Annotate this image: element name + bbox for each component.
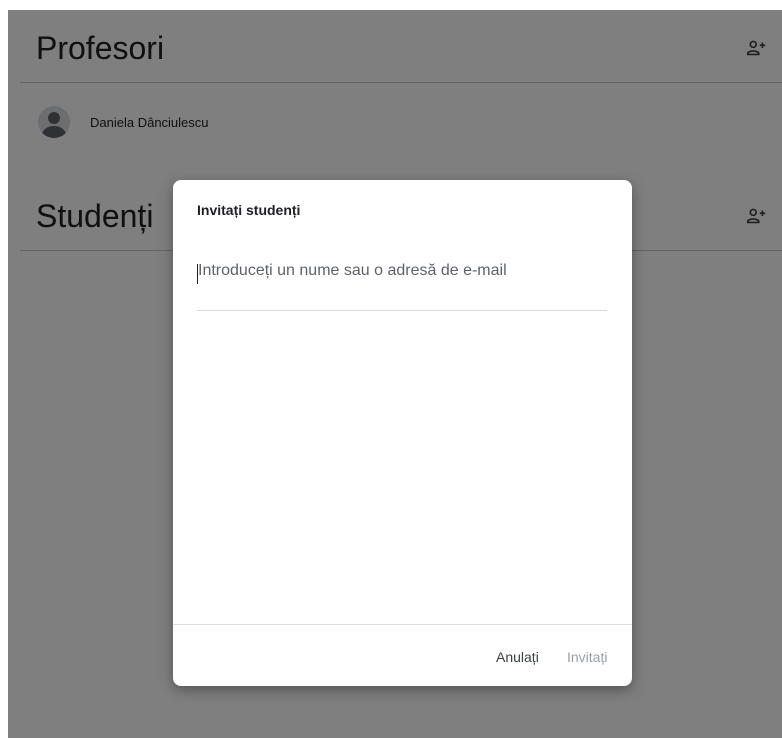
- dialog-footer: Anulați Invitați: [173, 624, 632, 687]
- cancel-button[interactable]: Anulați: [496, 649, 539, 665]
- invite-students-dialog: Invitați studenți Anulați Invitați: [173, 180, 632, 686]
- invite-search-input[interactable]: [197, 250, 607, 311]
- invite-button[interactable]: Invitați: [567, 649, 607, 665]
- text-caret: [197, 264, 198, 284]
- dialog-title: Invitați studenți: [197, 202, 301, 218]
